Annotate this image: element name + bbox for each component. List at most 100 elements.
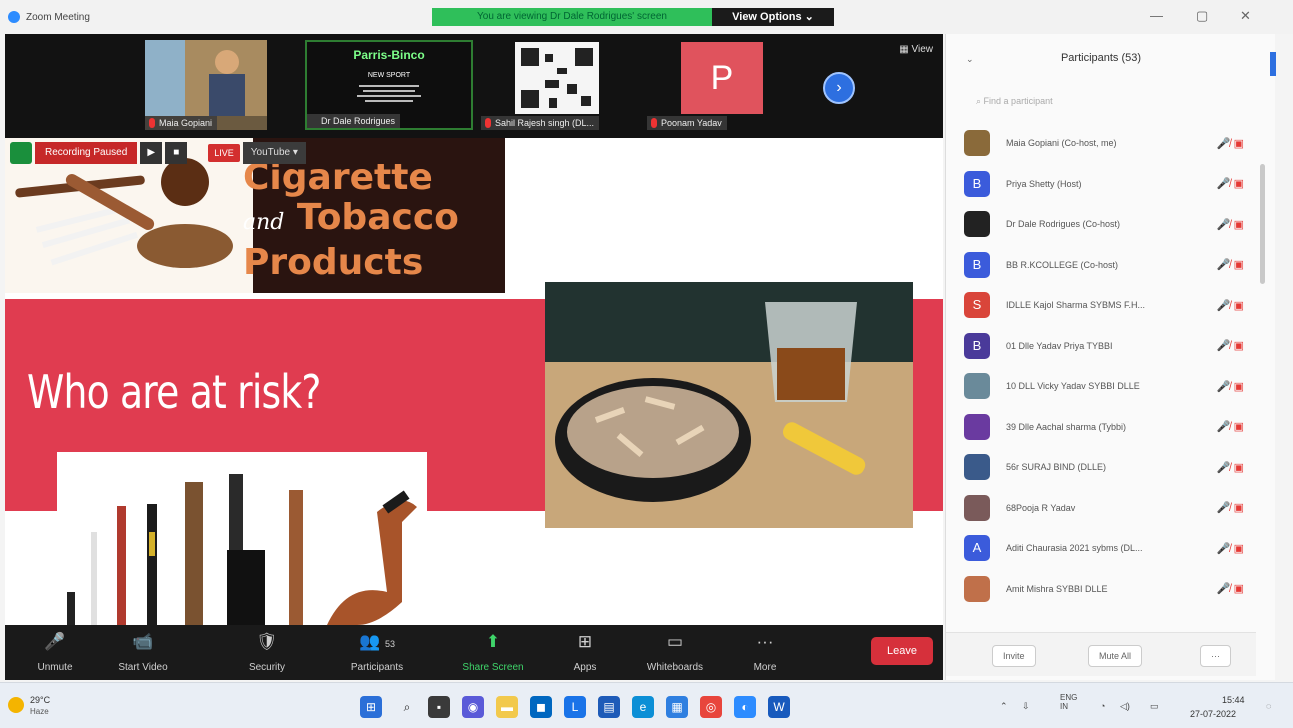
maximize-icon[interactable]: ▢ [1196, 8, 1208, 24]
participant-row[interactable]: Amit Mishra SYBBI DLLE 🎤̸ ▣ [964, 572, 1244, 606]
viewing-screen-banner: You are viewing Dr Dale Rodrigues' scree… [432, 8, 712, 26]
avatar-initial: P [681, 42, 763, 114]
participant-name: Dr Dale Rodrigues (Co-host) [1006, 219, 1121, 229]
view-button[interactable]: ▦ View [899, 44, 933, 55]
apps-button[interactable]: ⊞ Apps [545, 631, 625, 673]
clock-time[interactable]: 15:44 [1222, 695, 1245, 705]
search-icon[interactable]: ⌕ [396, 696, 418, 718]
notifications-icon[interactable]: ◌ [1266, 701, 1271, 711]
avatar: B [964, 170, 990, 197]
unmute-button[interactable]: 🎤 Unmute [15, 631, 95, 673]
more-button[interactable]: ··· More [725, 631, 805, 673]
participant-row[interactable]: 10 DLL Vicky Yadav SYBBI DLLE 🎤̸ ▣ [964, 369, 1244, 403]
meeting-toolbar: 🎤 Unmute 📹 Start Video 🛡 Security 👥 53 P… [5, 625, 943, 680]
resume-recording-button[interactable]: ▶ [140, 142, 163, 164]
participant-video [145, 40, 267, 116]
participant-row[interactable]: Dr Dale Rodrigues (Co-host) 🎤̸ ▣ [964, 207, 1244, 241]
video-tile[interactable]: P Poonam Yadav [647, 40, 777, 130]
panel-scrollbar[interactable] [1260, 164, 1265, 284]
chevron-up-icon[interactable]: ⌃ [1000, 701, 1008, 712]
tile-name: Poonam Yadav [647, 116, 727, 130]
zoom-icon[interactable]: ◐ [734, 696, 756, 718]
chat-icon[interactable]: ◉ [462, 696, 484, 718]
next-page-button[interactable]: › [823, 72, 855, 104]
shared-screen: Cigarette and Tobacco Products Recording… [5, 138, 943, 625]
window-title: Zoom Meeting [26, 11, 90, 23]
language-indicator[interactable]: ENG IN [1060, 693, 1077, 711]
wifi-icon[interactable]: ◔ [1100, 701, 1105, 711]
poster-text-lines [357, 85, 421, 102]
avatar: B [964, 332, 990, 359]
participant-row[interactable]: 39 Dlle Aachal sharma (Tybbi) 🎤̸ ▣ [964, 410, 1244, 444]
participant-name: Maia Gopiani (Co-host, me) [1006, 138, 1117, 148]
muted-status-icon: 🎤̸ ▣ [1216, 461, 1244, 474]
participant-search-input[interactable]: ⌕ Find a participant [976, 96, 1053, 107]
participants-count: 53 [384, 639, 395, 649]
muted-status-icon: 🎤̸ ▣ [1216, 380, 1244, 393]
tile-name: Maia Gopiani [145, 116, 218, 130]
share-screen-button[interactable]: ⬆ Share Screen [453, 631, 533, 673]
chrome-icon[interactable]: ◎ [700, 696, 722, 718]
minimize-icon[interactable]: — [1150, 8, 1163, 23]
leave-button[interactable]: Leave [871, 637, 933, 665]
participant-row[interactable]: A Aditi Chaurasia 2021 sybms (DL... 🎤̸ ▣ [964, 531, 1244, 565]
ashtray-photo [545, 282, 913, 528]
video-tile-active[interactable]: Parris-Binco NEW SPORT Dr Dale Rodrigues [305, 40, 473, 130]
task-view-icon[interactable]: ▪ [428, 696, 450, 718]
app-icon[interactable]: ▤ [598, 696, 620, 718]
windows-taskbar: 29°C Haze ⊞ ⌕ ▪ ◉ ▬ ◼ L ▤ e ▦ ◎ ◐ W ⌃ ⇩ … [0, 682, 1293, 728]
qr-code-image [515, 42, 599, 114]
word-icon[interactable]: W [768, 696, 790, 718]
start-video-button[interactable]: 📹 Start Video [103, 631, 183, 673]
avatar [964, 211, 990, 237]
app-l-icon[interactable]: L [564, 696, 586, 718]
share-screen-icon: ⬆ [485, 632, 501, 651]
youtube-stream-dropdown[interactable]: YouTube ▾ [242, 142, 306, 164]
search-icon: ⌕ [976, 96, 984, 106]
volume-icon[interactable]: ◁) [1120, 701, 1130, 712]
video-off-icon: 📹 [132, 632, 154, 651]
battery-icon[interactable]: ▭ [1150, 701, 1159, 712]
whiteboards-button[interactable]: ▭ Whiteboards [635, 631, 715, 673]
side-scroll-indicator [1270, 52, 1276, 76]
participant-row[interactable]: S IDLLE Kajol Sharma SYBMS F.H... 🎤̸ ▣ [964, 288, 1244, 322]
participants-button[interactable]: 👥 53 Participants [337, 631, 417, 673]
muted-mic-icon [651, 118, 657, 128]
weather-icon[interactable] [8, 697, 24, 713]
video-tile[interactable]: Maia Gopiani [145, 40, 267, 130]
edge-icon[interactable]: e [632, 696, 654, 718]
network-icon[interactable]: ⇩ [1022, 701, 1030, 712]
avatar: B [964, 251, 990, 278]
muted-status-icon: 🎤̸ ▣ [1216, 299, 1244, 312]
file-explorer-icon[interactable]: ▬ [496, 696, 518, 718]
participant-row[interactable]: 68Pooja R Yadav 🎤̸ ▣ [964, 491, 1244, 525]
apps-icon: ⊞ [577, 632, 593, 651]
clock-date[interactable]: 27-07-2022 [1190, 709, 1236, 719]
participant-name: Priya Shetty (Host) [1006, 178, 1082, 189]
stop-recording-button[interactable]: ■ [165, 142, 188, 164]
close-icon[interactable]: ✕ [1240, 8, 1251, 24]
video-tile[interactable]: Sahil Rajesh singh (DL... [481, 40, 641, 130]
app-icon[interactable]: ▦ [666, 696, 688, 718]
participant-row[interactable]: B BB R.KCOLLEGE (Co-host) 🎤̸ ▣ [964, 248, 1244, 282]
muted-status-icon: 🎤̸ ▣ [1216, 137, 1244, 150]
participant-name: Aditi Chaurasia 2021 sybms (DL... [1006, 543, 1143, 553]
participant-row[interactable]: B 01 Dlle Yadav Priya TYBBI 🎤̸ ▣ [964, 329, 1244, 363]
participant-row[interactable]: Maia Gopiani (Co-host, me) 🎤̸ ▣ [964, 126, 1244, 160]
participant-name: 39 Dlle Aachal sharma (Tybbi) [1006, 421, 1127, 432]
avatar [964, 575, 990, 602]
participant-name: BB R.KCOLLEGE (Co-host) [1006, 259, 1119, 270]
mute-all-button[interactable]: Mute All [1088, 645, 1143, 667]
avatar [964, 373, 990, 399]
participant-name: 56r SURAJ BIND (DLLE) [1006, 462, 1107, 472]
participant-row[interactable]: B Priya Shetty (Host) 🎤̸ ▣ [964, 167, 1244, 201]
start-icon[interactable]: ⊞ [360, 696, 382, 718]
participant-name: Amit Mishra SYBBI DLLE [1006, 583, 1108, 594]
invite-button[interactable]: Invite [992, 645, 1036, 667]
more-options-button[interactable]: ··· [1200, 645, 1231, 667]
participant-row[interactable]: 56r SURAJ BIND (DLLE) 🎤̸ ▣ [964, 450, 1244, 484]
store-icon[interactable]: ◼ [530, 696, 552, 718]
security-button[interactable]: 🛡 Security [227, 631, 307, 673]
tile-name: Sahil Rajesh singh (DL... [481, 116, 600, 130]
view-options-button[interactable]: View Options ⌄ [712, 8, 834, 26]
